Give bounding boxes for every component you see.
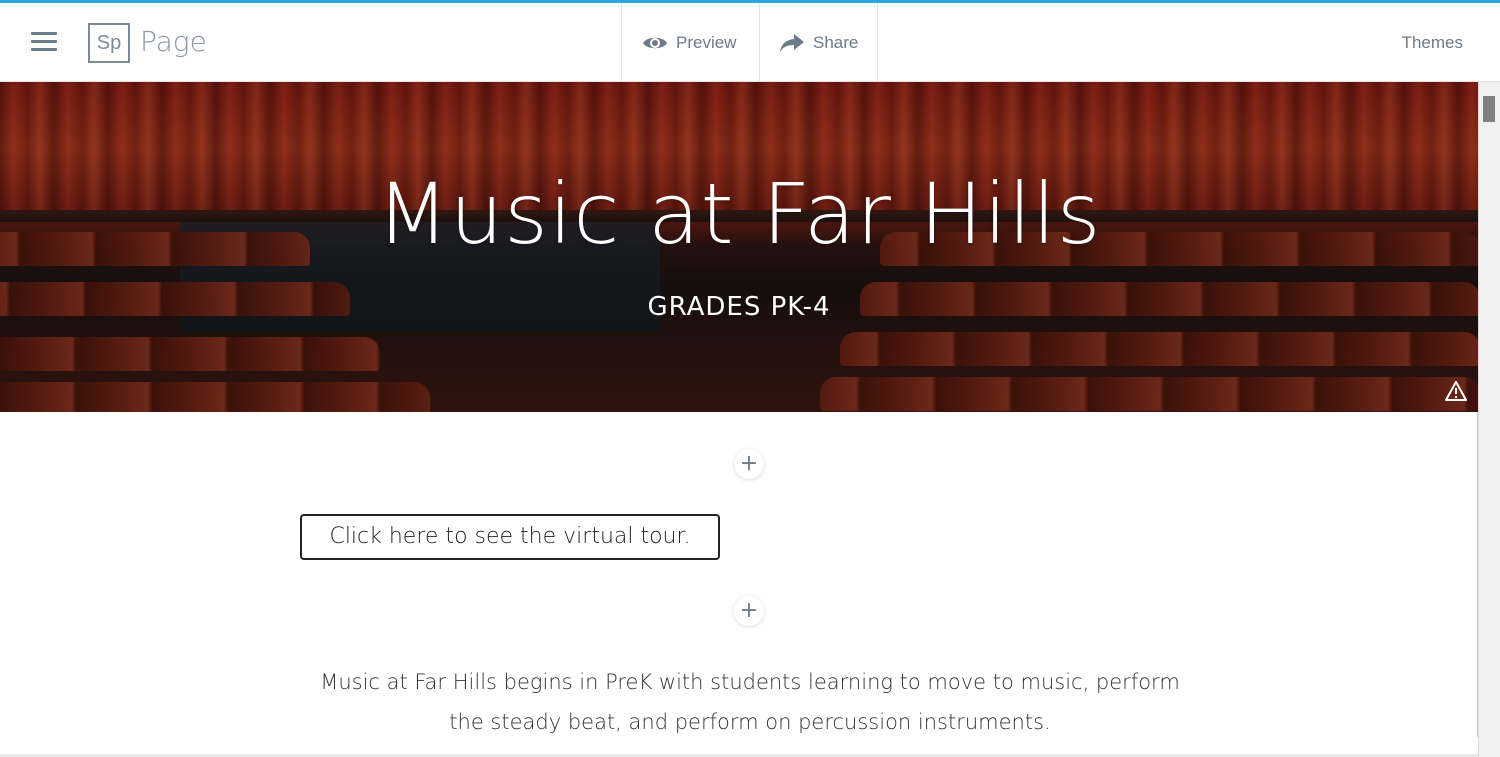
eye-icon bbox=[643, 37, 667, 48]
preview-button[interactable]: Preview bbox=[621, 3, 759, 82]
hero-banner[interactable]: Music at Far Hills GRADES PK-4 bbox=[0, 82, 1478, 412]
plus-icon: + bbox=[739, 451, 759, 476]
paragraph-line: the steady beat, and perform on percussi… bbox=[449, 710, 1051, 734]
app-toolbar: Sp Page Preview Share Themes bbox=[0, 3, 1500, 82]
vertical-scrollbar[interactable] bbox=[1478, 82, 1500, 757]
share-button[interactable]: Share bbox=[759, 3, 878, 82]
scrollbar-thumb[interactable] bbox=[1483, 96, 1495, 122]
warning-triangle-icon[interactable] bbox=[1445, 380, 1467, 402]
plus-icon: + bbox=[739, 598, 759, 623]
share-label: Share bbox=[813, 32, 859, 52]
page-subtitle[interactable]: GRADES PK-4 bbox=[0, 292, 1478, 322]
app-logo: Sp bbox=[88, 23, 130, 63]
themes-link[interactable]: Themes bbox=[1402, 33, 1463, 53]
add-block-button[interactable]: + bbox=[734, 449, 764, 479]
preview-label: Preview bbox=[676, 32, 737, 52]
add-block-button[interactable]: + bbox=[734, 596, 764, 626]
app-name: Page bbox=[140, 25, 207, 58]
page-title[interactable]: Music at Far Hills bbox=[0, 165, 1478, 263]
paragraph-line: Music at Far Hills begins in PreK with s… bbox=[320, 670, 1180, 694]
intro-paragraph[interactable]: Music at Far Hills begins in PreK with s… bbox=[300, 662, 1200, 742]
virtual-tour-button[interactable]: Click here to see the virtual tour. bbox=[300, 514, 720, 560]
hamburger-menu-icon[interactable] bbox=[31, 32, 57, 54]
share-arrow-icon bbox=[780, 33, 804, 52]
